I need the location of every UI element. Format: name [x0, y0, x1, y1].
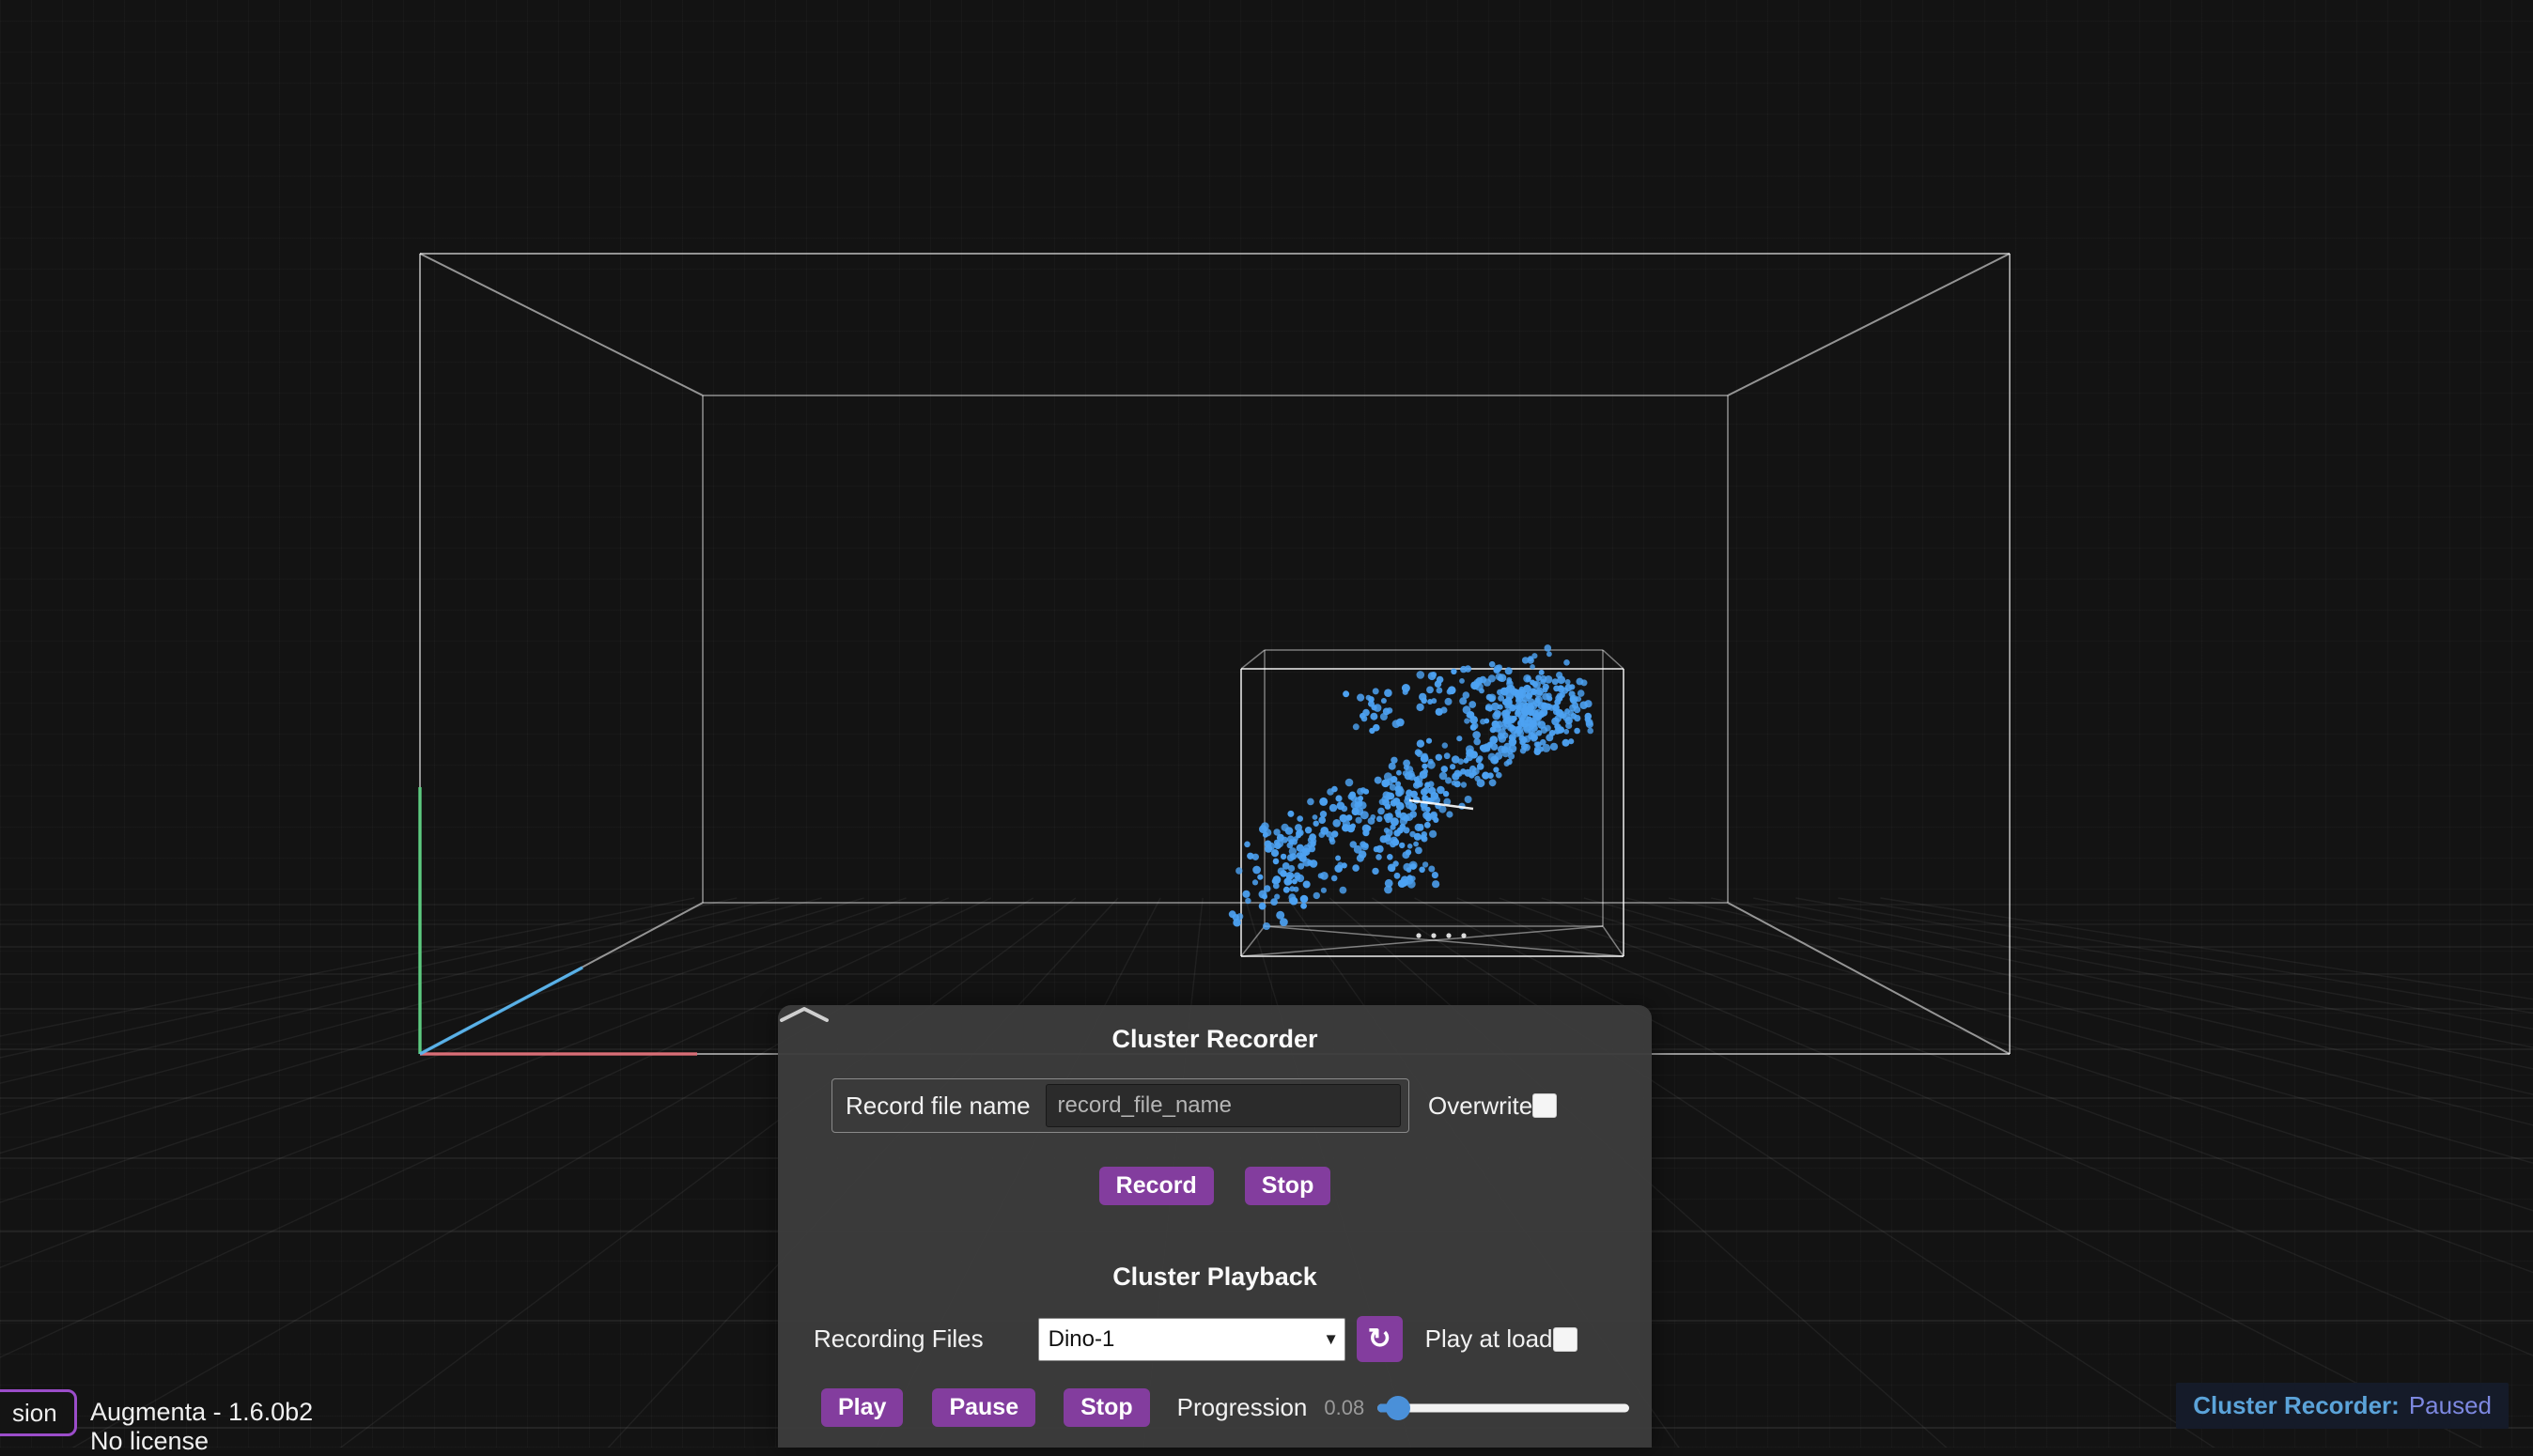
- play-at-load-label: Play at load: [1425, 1324, 1553, 1354]
- recording-files-select[interactable]: Dino-1: [1038, 1318, 1345, 1361]
- record-button[interactable]: Record: [1099, 1167, 1214, 1205]
- pause-button[interactable]: Pause: [932, 1388, 1035, 1427]
- recording-files-label: Recording Files: [814, 1324, 984, 1354]
- status-value: Paused: [2409, 1391, 2492, 1420]
- panel-title: Cluster Recorder: [778, 1005, 1652, 1054]
- play-at-load-checkbox[interactable]: [1553, 1327, 1577, 1352]
- record-file-field-group: Record file name: [831, 1078, 1409, 1133]
- refresh-files-button[interactable]: ↻: [1357, 1316, 1403, 1362]
- record-file-name-input[interactable]: [1046, 1084, 1401, 1127]
- chevron-up-icon[interactable]: [778, 1005, 831, 1022]
- progression-value: 0.08: [1324, 1396, 1364, 1420]
- overwrite-label: Overwrite: [1428, 1092, 1532, 1121]
- play-button[interactable]: Play: [821, 1388, 903, 1427]
- progression-slider[interactable]: [1377, 1396, 1629, 1420]
- playback-stop-button[interactable]: Stop: [1064, 1388, 1150, 1427]
- record-file-label: Record file name: [846, 1092, 1031, 1121]
- version-button[interactable]: sion: [0, 1389, 77, 1436]
- app-version-text: Augmenta - 1.6.0b2: [90, 1398, 313, 1427]
- playback-title: Cluster Playback: [778, 1262, 1652, 1292]
- record-stop-button[interactable]: Stop: [1245, 1167, 1331, 1205]
- overwrite-checkbox[interactable]: [1532, 1093, 1557, 1118]
- license-text: No license: [90, 1427, 313, 1456]
- refresh-icon: ↻: [1368, 1323, 1391, 1355]
- slider-track[interactable]: [1377, 1403, 1629, 1412]
- status-label: Cluster Recorder:: [2193, 1391, 2400, 1420]
- cluster-recorder-panel: Cluster Recorder Record file name Overwr…: [778, 1005, 1652, 1448]
- progression-label: Progression: [1177, 1393, 1308, 1422]
- slider-handle[interactable]: [1386, 1396, 1410, 1420]
- recorder-status-box: Cluster Recorder: Paused: [2176, 1383, 2509, 1429]
